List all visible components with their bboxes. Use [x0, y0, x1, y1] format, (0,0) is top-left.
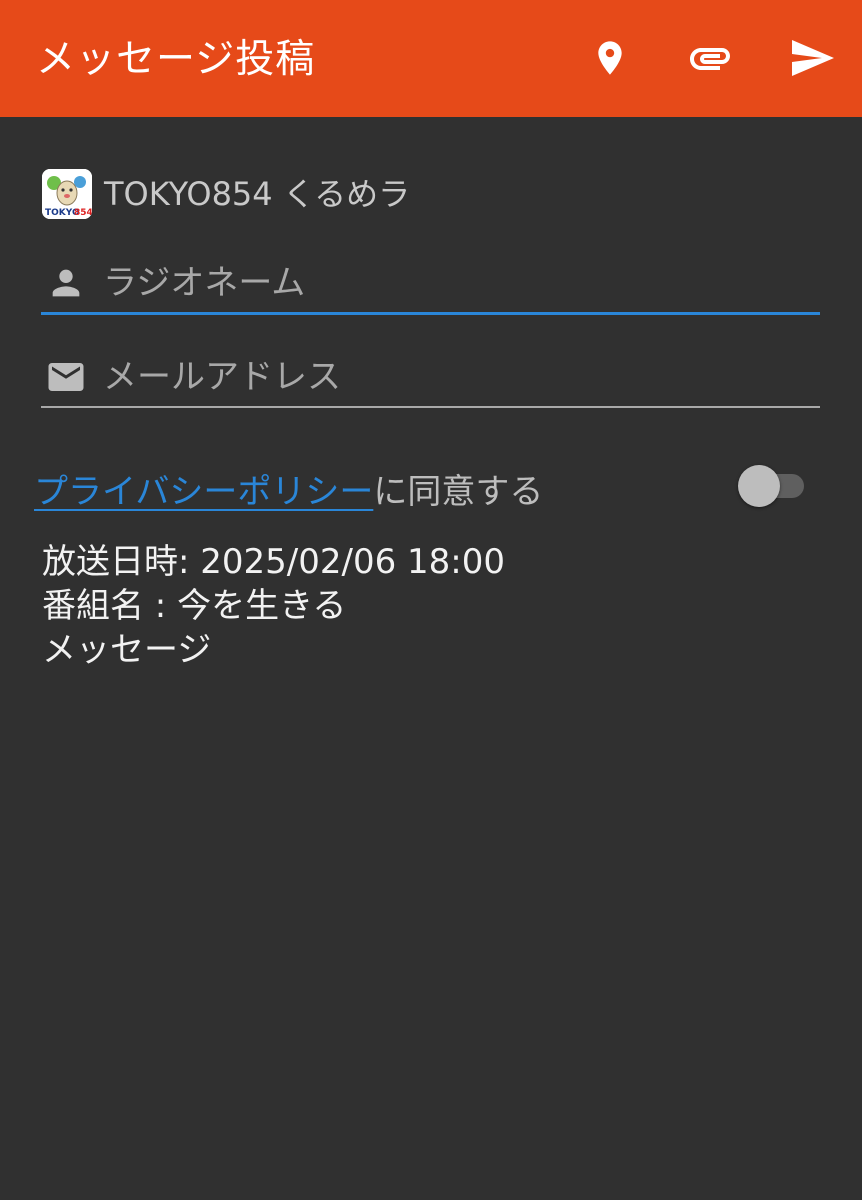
- message-label: メッセージ: [42, 630, 212, 670]
- send-button[interactable]: [786, 32, 838, 84]
- privacy-consent-toggle[interactable]: [736, 464, 808, 508]
- consent-label: に同意する: [373, 471, 544, 512]
- message-body[interactable]: 放送日時: 2025/02/06 18:00 番組名 : 今を生きる メッセージ: [42, 540, 822, 672]
- svg-text:854: 854: [74, 208, 92, 218]
- toggle-thumb: [738, 465, 780, 507]
- paperclip-icon: [690, 48, 730, 70]
- radio-name-field[interactable]: [41, 254, 820, 315]
- page-title: メッセージ投稿: [36, 37, 316, 82]
- account-name: TOKYO854 くるめラ: [104, 175, 411, 213]
- program-name: 番組名 : 今を生きる: [42, 586, 347, 626]
- attach-button[interactable]: [684, 32, 736, 84]
- mail-icon: [45, 356, 87, 398]
- person-icon: [45, 262, 87, 304]
- privacy-consent-row: プライバシーポリシー に同意する: [34, 462, 543, 514]
- privacy-policy-link[interactable]: プライバシーポリシー: [34, 464, 373, 513]
- app-bar: メッセージ投稿: [0, 0, 862, 117]
- send-icon: [792, 40, 834, 76]
- email-input[interactable]: [103, 352, 803, 402]
- broadcast-datetime: 放送日時: 2025/02/06 18:00: [42, 542, 506, 582]
- account-row: TOKYO 854 TOKYO854 くるめラ: [42, 168, 410, 220]
- station-logo: TOKYO 854: [42, 169, 92, 219]
- email-field[interactable]: [41, 348, 820, 408]
- mascot-icon: TOKYO 854: [42, 169, 92, 219]
- radio-name-input[interactable]: [103, 258, 803, 308]
- location-button[interactable]: [584, 32, 636, 84]
- location-pin-icon: [598, 41, 622, 75]
